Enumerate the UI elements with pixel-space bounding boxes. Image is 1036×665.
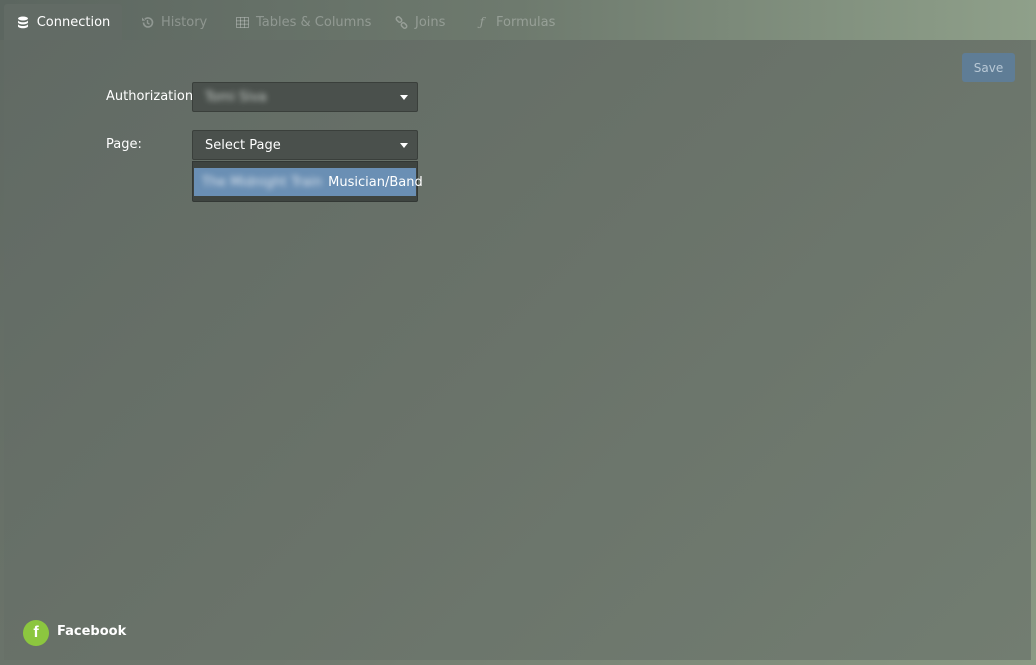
link-icon — [394, 15, 408, 29]
facebook-icon: f — [23, 620, 49, 646]
caret-down-icon — [400, 95, 408, 100]
tab-joins[interactable]: Joins — [394, 4, 445, 40]
tab-connection[interactable]: Connection — [4, 4, 122, 40]
caret-down-icon — [400, 143, 408, 148]
tab-label: History — [161, 14, 208, 30]
page-label: Page: — [106, 137, 142, 152]
tab-label: Connection — [36, 14, 111, 30]
save-button[interactable]: Save — [962, 53, 1015, 82]
authorization-value: Tomi Siva — [205, 89, 267, 105]
page-select[interactable]: Select Page — [192, 130, 418, 160]
tab-label: Joins — [415, 14, 446, 30]
tab-label: Formulas — [496, 14, 556, 30]
page-option[interactable]: The Midnight Train Musician/Band — [194, 168, 423, 196]
tab-history[interactable]: History — [140, 4, 207, 40]
tab-formulas[interactable]: ƒ Formulas — [475, 4, 556, 40]
authorization-select[interactable]: Tomi Siva — [192, 82, 418, 112]
connection-panel — [4, 40, 1031, 660]
tab-bar: Connection History Tables & Columns Join… — [0, 0, 1036, 40]
tab-tables-columns[interactable]: Tables & Columns — [235, 4, 371, 40]
connector-name: Facebook — [57, 624, 127, 639]
history-icon — [140, 15, 154, 29]
page-dropdown-menu: The Midnight Train Musician/Band — [192, 161, 423, 202]
authorization-label: Authorization: — [106, 89, 198, 104]
tab-label: Tables & Columns — [256, 14, 372, 30]
page-option-name: The Midnight Train — [202, 174, 323, 190]
database-icon — [16, 15, 30, 29]
page-option-category: Musician/Band — [328, 174, 423, 190]
table-icon — [235, 15, 249, 29]
page-select-value: Select Page — [205, 137, 281, 153]
function-icon: ƒ — [479, 15, 485, 29]
